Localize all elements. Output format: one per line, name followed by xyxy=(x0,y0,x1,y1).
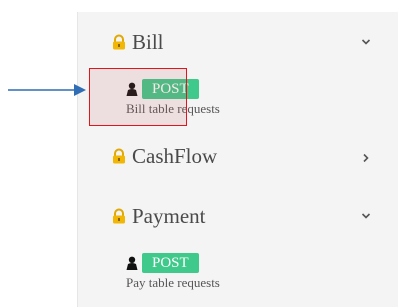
section-header-bill[interactable]: Bill xyxy=(110,28,390,56)
endpoint-payment-post[interactable]: POST Pay table requests xyxy=(126,252,326,291)
user-icon xyxy=(126,256,138,270)
user-icon xyxy=(126,82,138,96)
endpoint-bill-post[interactable]: POST Bill table requests xyxy=(126,78,326,117)
lock-icon xyxy=(110,33,128,51)
arrow-right-icon xyxy=(8,84,86,96)
section-title: Bill xyxy=(132,29,164,54)
chevron-down-icon[interactable] xyxy=(360,210,372,222)
chevron-right-icon[interactable] xyxy=(360,152,372,164)
endpoint-description: Bill table requests xyxy=(126,101,220,116)
lock-icon xyxy=(110,147,128,165)
section-header-payment[interactable]: Payment xyxy=(110,202,390,230)
section-header-cashflow[interactable]: CashFlow xyxy=(110,142,390,170)
chevron-down-icon[interactable] xyxy=(360,36,372,48)
method-badge: POST xyxy=(142,79,199,99)
endpoint-description: Pay table requests xyxy=(126,275,220,290)
lock-icon xyxy=(110,207,128,225)
section-title: Payment xyxy=(132,203,206,228)
section-title: CashFlow xyxy=(132,143,218,168)
method-badge: POST xyxy=(142,253,199,273)
